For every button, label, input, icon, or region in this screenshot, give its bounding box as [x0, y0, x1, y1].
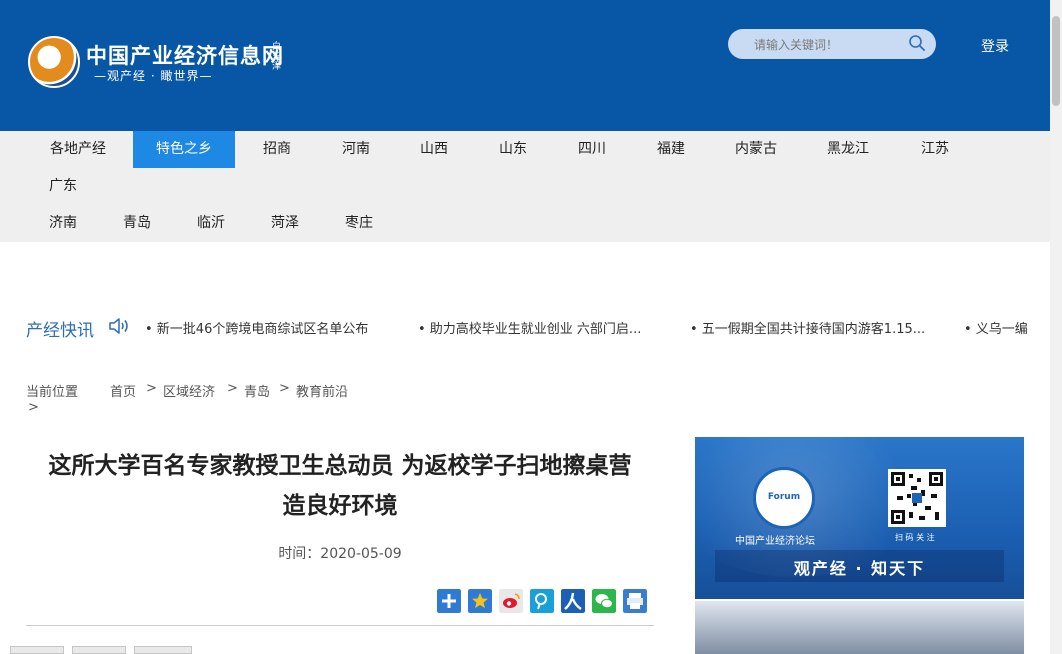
search-input[interactable] [752, 35, 906, 55]
region-nav: 各地产经 特色之乡 招商 河南 山西 山东 四川 福建 内蒙古 黑龙江 江苏 广… [0, 131, 1050, 242]
site-logo[interactable]: 中国产业经济信息网 —观产经 · 瞰世界— 白玉泽 [28, 34, 288, 90]
nav-item-jinan[interactable]: 济南 [40, 205, 86, 242]
breadcrumb-regional-economy[interactable]: 区域经济 [163, 381, 215, 400]
article-title-line: 造良好环境 [282, 493, 398, 519]
ticker-item[interactable]: • 助力高校毕业生就业创业 六部门启... [418, 318, 641, 337]
nav-item-sichuan[interactable]: 四川 [562, 131, 622, 168]
breadcrumb-label: 当前位置 [26, 385, 79, 400]
nav-item-guangdong[interactable]: 广东 [40, 168, 86, 205]
nav-item-regional[interactable]: 各地产经 [30, 131, 126, 168]
logo-title: 中国产业经济信息网 [86, 44, 284, 68]
add-icon[interactable] [437, 589, 461, 613]
login-link[interactable]: 登录 [981, 36, 1009, 56]
ticker-title: 产经快讯 [26, 321, 94, 341]
weibo-icon[interactable] [499, 589, 523, 613]
favorite-star-icon[interactable] [468, 589, 492, 613]
nav-item-shanxi[interactable]: 山西 [404, 131, 464, 168]
nav-item-fujian[interactable]: 福建 [641, 131, 701, 168]
forum-badge-icon: Forum [753, 467, 815, 529]
forum-badge-text: Forum [767, 492, 801, 502]
forum-name: 中国产业经济论坛 [735, 536, 815, 547]
nav-item-shandong[interactable]: 山东 [483, 131, 543, 168]
logo-subtitle: —观产经 · 瞰世界— [94, 69, 213, 83]
article-divider [26, 625, 654, 626]
nav-item-qingdao[interactable]: 青岛 [114, 205, 160, 242]
nav-item-heilongjiang[interactable]: 黑龙江 [818, 131, 878, 168]
bottom-tab-strip [0, 646, 1050, 654]
print-icon[interactable] [623, 589, 647, 613]
ticker-item[interactable]: • 五一假期全国共计接待国内游客1.15... [690, 318, 925, 337]
nav-item-linyi[interactable]: 临沂 [188, 205, 234, 242]
tencent-weibo-icon[interactable] [530, 589, 554, 613]
breadcrumb-education[interactable]: 教育前沿 [296, 381, 348, 400]
breadcrumb-separator: > [28, 400, 39, 415]
article-title: 这所大学百名专家教授卫生总动员 为返校学子扫地擦桌营 造良好环境 [26, 446, 654, 526]
logo-seal: 白玉泽 [272, 42, 282, 72]
search-icon[interactable] [908, 34, 926, 52]
breadcrumb-separator: > [227, 381, 238, 396]
globe-logo-icon [28, 36, 80, 88]
bottom-tab[interactable] [10, 646, 64, 654]
nav-item-zaozhuang[interactable]: 枣庄 [336, 205, 382, 242]
nav-item-investment[interactable]: 招商 [247, 131, 307, 168]
ticker-item[interactable]: • 义乌一编 [964, 318, 1050, 337]
ticker-item[interactable]: • 新一批46个跨境电商综试区名单公布 [145, 318, 368, 337]
nav-item-jiangsu[interactable]: 江苏 [905, 131, 965, 168]
nav-item-heze[interactable]: 菏泽 [262, 205, 308, 242]
bottom-tab[interactable] [72, 646, 126, 654]
speaker-icon [109, 318, 128, 334]
banner-slogan: 观产经 · 知天下 [793, 559, 926, 578]
breadcrumb-separator: > [146, 381, 157, 396]
scrollbar-thumb[interactable] [1052, 16, 1060, 106]
article-time: 时间：2020-05-09 [278, 546, 402, 562]
nav-item-inner-mongolia[interactable]: 内蒙古 [726, 131, 786, 168]
search-box [728, 29, 936, 59]
page-scrollbar[interactable] [1050, 0, 1062, 654]
nav-item-featured-towns[interactable]: 特色之乡 [133, 131, 235, 168]
breadcrumb-home[interactable]: 首页 [110, 381, 136, 400]
qr-code-icon [888, 469, 946, 527]
site-header: 中国产业经济信息网 —观产经 · 瞰世界— 白玉泽 登录 [0, 0, 1050, 131]
renren-icon[interactable] [561, 589, 585, 613]
wechat-icon[interactable] [592, 589, 616, 613]
qr-caption: 扫 码 关 注 [895, 533, 935, 542]
forum-banner[interactable]: Forum 中国产业经济论坛 扫 码 关 注 观产经 · 知天下 [695, 437, 1024, 599]
bottom-tab[interactable] [134, 646, 192, 654]
article-title-line: 这所大学百名专家教授卫生总动员 为返校学子扫地擦桌营 [48, 453, 632, 479]
breadcrumb-separator: > [279, 381, 290, 396]
nav-item-henan[interactable]: 河南 [326, 131, 386, 168]
breadcrumb-qingdao[interactable]: 青岛 [244, 381, 270, 400]
